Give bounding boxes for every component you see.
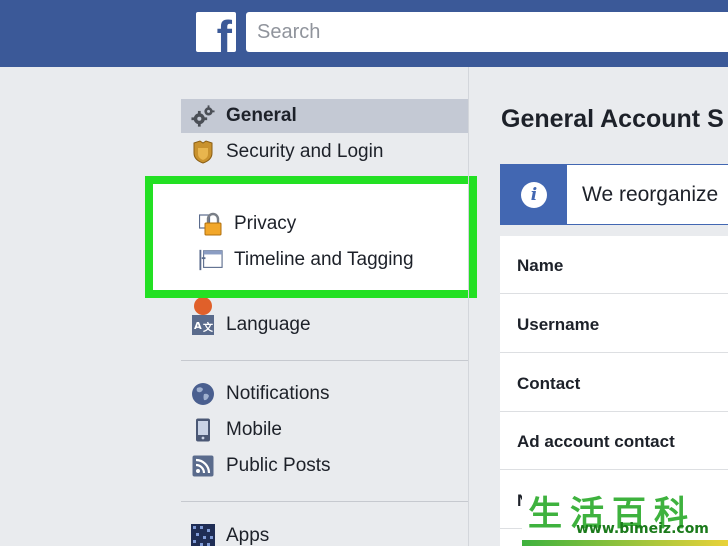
row-label: Ad account contact — [517, 432, 675, 451]
language-icon: A 文 — [191, 313, 215, 337]
sidebar-item-security-and-login[interactable]: Security and Login — [181, 135, 468, 169]
row-label: Name — [517, 256, 564, 275]
sidebar-item-label: Timeline and Tagging — [234, 249, 414, 270]
info-banner: i We reorganize — [500, 164, 728, 225]
watermark-url: www.bimeiz.com — [576, 521, 709, 537]
sidebar-item-label: General — [226, 105, 297, 126]
sidebar-item-label: Apps — [226, 525, 270, 546]
sidebar-item-label: Privacy — [234, 213, 297, 234]
sidebar-item-privacy[interactable]: Privacy — [189, 207, 476, 241]
column-separator — [468, 67, 469, 546]
settings-row-ad-account-contact[interactable]: Ad account contact — [500, 412, 728, 470]
settings-row-contact[interactable]: Contact — [500, 354, 728, 412]
page-title: General Account S — [501, 105, 724, 133]
sidebar-item-label: Mobile — [226, 419, 282, 440]
sidebar-item-label: Notifications — [226, 383, 330, 404]
svg-text:文: 文 — [203, 321, 214, 334]
svg-text:A: A — [194, 321, 202, 332]
sidebar-item-timeline-and-tagging[interactable]: Timeline and Tagging — [189, 243, 476, 277]
row-label: Contact — [517, 374, 581, 393]
facebook-logo-letter: f — [216, 12, 232, 52]
sidebar-item-mobile[interactable]: Mobile — [181, 413, 468, 447]
gears-icon — [191, 104, 215, 128]
sidebar-item-general[interactable]: General — [181, 99, 468, 133]
settings-row-username[interactable]: Username — [500, 295, 728, 353]
search-input[interactable] — [246, 12, 728, 52]
info-text: We reorganize — [582, 183, 719, 206]
top-bar: f — [0, 0, 728, 67]
info-badge: i — [501, 165, 567, 224]
lock-icon — [199, 212, 223, 236]
rss-icon — [191, 454, 215, 478]
watermark: 生活百科 www.bimeiz.com — [522, 484, 728, 546]
sidebar-item-language[interactable]: A 文 Language — [181, 308, 468, 342]
timeline-icon — [199, 248, 223, 272]
settings-row-name[interactable]: Name — [500, 236, 728, 294]
sidebar-divider — [181, 501, 468, 502]
apps-icon — [191, 524, 215, 546]
sidebar-item-label: Public Posts — [226, 455, 331, 476]
shield-icon — [191, 140, 215, 164]
row-label: Username — [517, 315, 600, 334]
sidebar-item-label: Language — [226, 314, 311, 335]
mobile-icon — [191, 418, 215, 442]
sidebar-divider — [181, 360, 468, 361]
globe-icon — [191, 382, 215, 406]
sidebar-item-apps[interactable]: Apps — [181, 519, 468, 546]
facebook-logo-icon[interactable]: f — [196, 12, 236, 52]
highlight-box: Privacy Timeline and Tagging — [145, 176, 477, 298]
watermark-stripe — [522, 540, 728, 546]
sidebar-item-label: Security and Login — [226, 141, 384, 162]
sidebar-item-public-posts[interactable]: Public Posts — [181, 449, 468, 483]
sidebar-item-notifications[interactable]: Notifications — [181, 377, 468, 411]
info-icon: i — [521, 182, 547, 208]
